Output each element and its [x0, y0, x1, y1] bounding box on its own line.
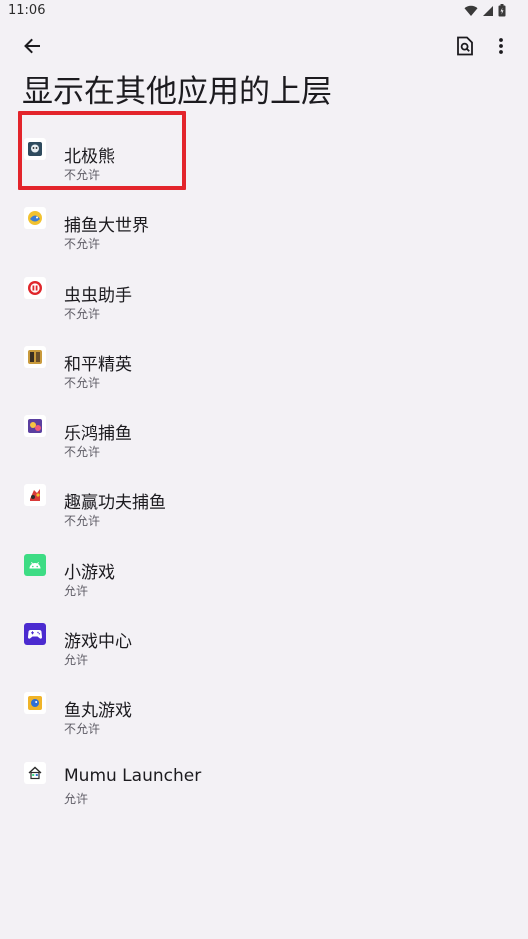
list-item-fishing-world[interactable]: 捕鱼大世界 不允许 — [0, 187, 528, 256]
list-item-mini-games[interactable]: 小游戏 允许 — [0, 534, 528, 603]
app-permission-status: 允许 — [64, 583, 89, 598]
launcher-home-app-icon — [24, 761, 46, 784]
page-title: 显示在其他应用的上层 — [22, 74, 332, 110]
list-item-mumu-launcher[interactable]: Mumu Launcher 允许 — [0, 742, 528, 811]
peace-elite-app-icon — [24, 345, 46, 368]
more-options-button[interactable] — [486, 30, 516, 66]
app-permission-status: 允许 — [64, 791, 89, 806]
list-item-chongchong-helper[interactable]: 虫虫助手 不允许 — [0, 257, 528, 326]
list-item-game-center[interactable]: 游戏中心 允许 — [0, 603, 528, 672]
android-app-icon — [24, 553, 46, 576]
list-item-kungfu-fishing[interactable]: 趣赢功夫捕鱼 不允许 — [0, 464, 528, 533]
search-button[interactable] — [447, 30, 483, 66]
cellular-icon — [482, 2, 494, 21]
app-permission-status: 不允许 — [64, 306, 101, 321]
top-app-bar — [0, 30, 528, 70]
gamepad-app-icon — [24, 623, 46, 646]
more-vert-icon — [498, 37, 504, 59]
search-document-icon — [456, 36, 474, 60]
app-name: 游戏中心 — [64, 632, 132, 653]
app-permission-status: 不允许 — [64, 514, 101, 529]
app-permission-status: 不允许 — [64, 168, 101, 182]
fishing-world-app-icon — [24, 207, 46, 230]
app-permission-status: 不允许 — [64, 722, 101, 737]
app-name: 趣赢功夫捕鱼 — [64, 493, 166, 514]
status-bar: 11:06 — [0, 0, 528, 24]
app-permission-status: 允许 — [64, 653, 89, 668]
kungfu-fishing-app-icon — [24, 484, 46, 507]
app-name: 鱼丸游戏 — [64, 701, 132, 722]
wifi-icon — [464, 2, 478, 21]
app-name: Mumu Launcher — [64, 765, 202, 786]
list-item-polar-bear[interactable]: 北极熊 不允许 — [0, 118, 528, 187]
app-name: 虫虫助手 — [64, 285, 132, 306]
app-list: 北极熊 不允许 捕鱼大世界 不允许 虫虫助手 不允许 和平精英 不允许 乐鸿捕鱼… — [0, 118, 528, 811]
app-name: 和平精英 — [64, 354, 132, 375]
arrow-back-icon — [23, 37, 41, 59]
list-item-lehong-fishing[interactable]: 乐鸿捕鱼 不允许 — [0, 395, 528, 464]
chongchong-helper-app-icon — [24, 276, 46, 299]
app-name: 小游戏 — [64, 562, 115, 583]
system-icons — [464, 3, 506, 19]
battery-icon — [498, 2, 506, 21]
list-item-yuwan-games[interactable]: 鱼丸游戏 不允许 — [0, 672, 528, 741]
status-time: 11:06 — [8, 3, 46, 18]
polar-bear-app-icon — [24, 138, 46, 160]
yuwan-game-app-icon — [24, 692, 46, 715]
lehong-fishing-app-icon — [24, 415, 46, 438]
app-name: 北极熊 — [64, 147, 115, 167]
app-permission-status: 不允许 — [64, 375, 101, 390]
app-permission-status: 不允许 — [64, 237, 101, 252]
back-button[interactable] — [14, 30, 50, 66]
app-name: 乐鸿捕鱼 — [64, 424, 132, 445]
app-permission-status: 不允许 — [64, 445, 101, 460]
app-name: 捕鱼大世界 — [64, 216, 149, 237]
list-item-peace-elite[interactable]: 和平精英 不允许 — [0, 326, 528, 395]
